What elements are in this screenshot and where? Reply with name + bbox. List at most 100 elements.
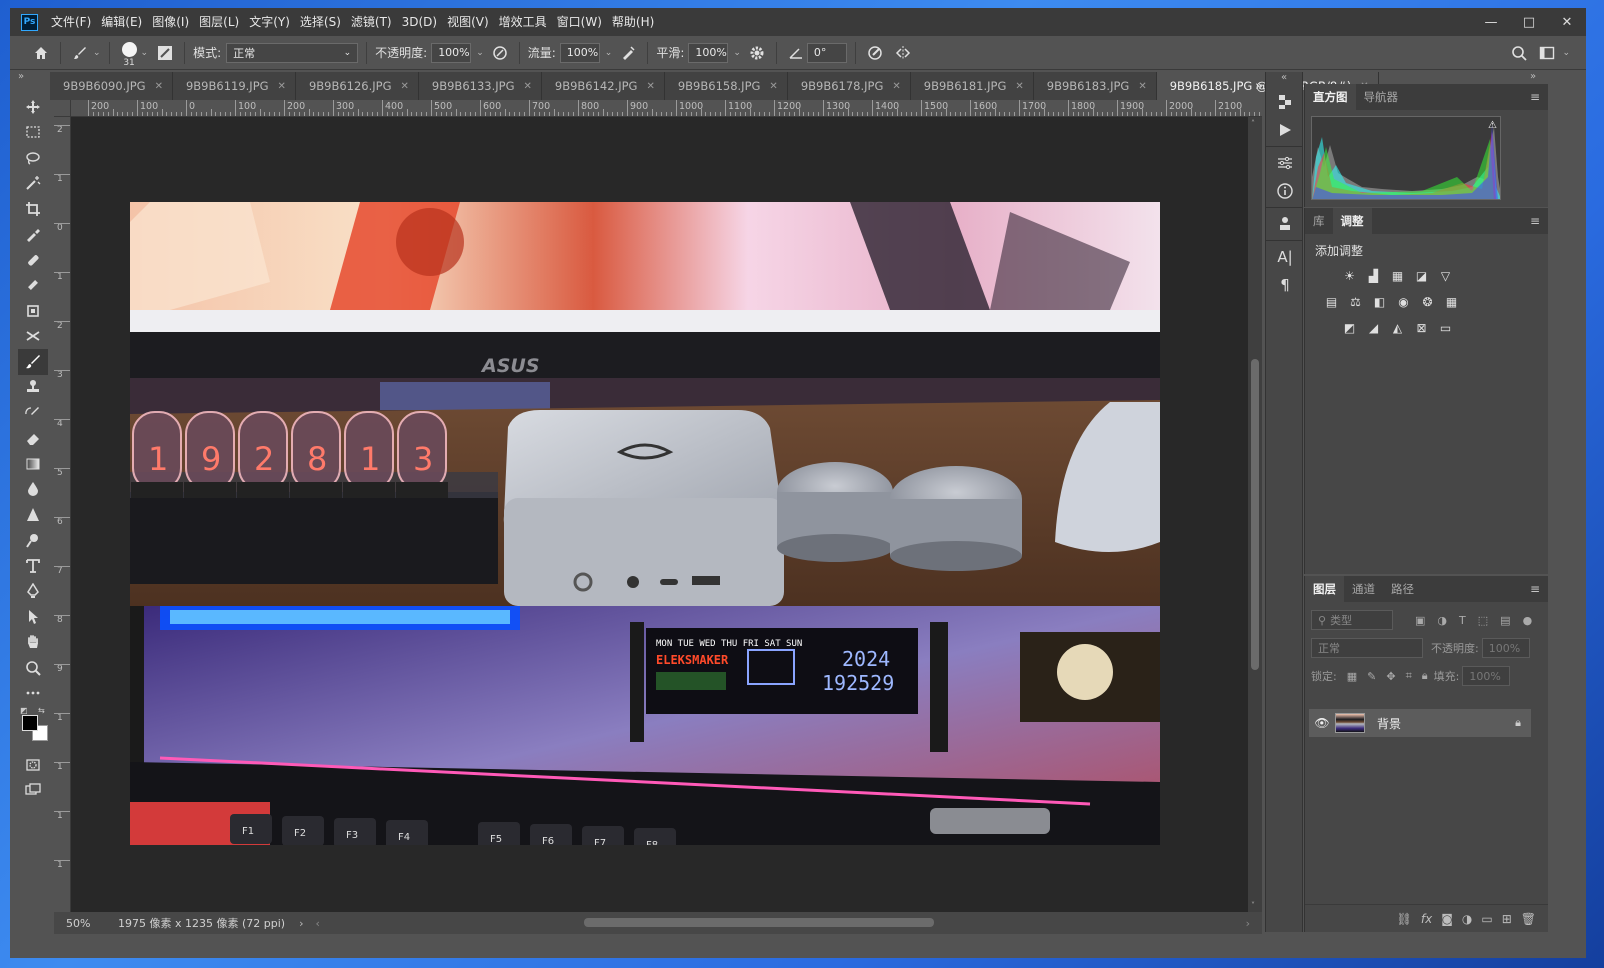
eyedropper-icon[interactable] xyxy=(18,222,48,248)
channel-mixer-icon[interactable]: ❂ xyxy=(1419,293,1436,310)
layer-fill-input[interactable]: 100% xyxy=(1462,666,1511,686)
properties-panel-icon[interactable] xyxy=(1266,149,1304,177)
filter-toggle-icon[interactable]: ● xyxy=(1523,614,1533,627)
scroll-right-icon[interactable]: › xyxy=(1246,917,1250,930)
lock-position-icon[interactable]: ✥ xyxy=(1386,670,1395,683)
document-tab[interactable]: 9B9B6158.JPG ✕ xyxy=(664,72,788,100)
active-brush-tool-icon[interactable] xyxy=(18,349,48,375)
crop-tool-icon[interactable] xyxy=(18,196,48,222)
collapse-strip-icon[interactable]: « xyxy=(1266,72,1302,88)
history-panel-icon[interactable] xyxy=(1266,88,1304,116)
healing-brush-icon[interactable] xyxy=(18,247,48,273)
pressure-opacity-icon[interactable] xyxy=(489,42,511,64)
minimize-button[interactable]: — xyxy=(1472,8,1510,36)
new-layer-icon[interactable]: ⊞ xyxy=(1502,912,1512,926)
document-canvas[interactable]: ASUS 192813 MON TUE WED THU FRI SAT SUN … xyxy=(71,117,1248,912)
close-tab-icon[interactable]: ✕ xyxy=(523,81,531,92)
ruler-origin[interactable] xyxy=(54,100,71,117)
document-tab[interactable]: 9B9B6133.JPG ✕ xyxy=(418,72,542,100)
filter-smart-object-icon[interactable]: ▤ xyxy=(1500,614,1510,627)
new-adjustment-layer-icon[interactable]: ◑ xyxy=(1462,912,1472,926)
close-tab-icon[interactable]: ✕ xyxy=(155,81,163,92)
vertical-scroll-thumb[interactable] xyxy=(1251,359,1259,670)
character-panel-icon[interactable]: A| xyxy=(1266,243,1304,271)
layer-filter-select[interactable]: ⚲ 类型 xyxy=(1311,610,1393,630)
menu-item-11[interactable]: 帮助(H) xyxy=(607,8,659,36)
filter-adjustment-icon[interactable]: ◑ xyxy=(1437,614,1447,627)
clone-stamp-icon[interactable] xyxy=(18,375,48,401)
delete-layer-icon[interactable]: 🗑︎ xyxy=(1521,912,1536,926)
smoothing-input[interactable]: 100% xyxy=(688,42,729,63)
lock-all-icon[interactable]: 🔒︎ xyxy=(1422,669,1428,683)
default-colors-icon[interactable]: ◩ xyxy=(20,706,28,715)
color-lookup-icon[interactable]: ▦ xyxy=(1443,293,1460,310)
menu-item-6[interactable]: 滤镜(T) xyxy=(346,8,397,36)
document-tab[interactable]: 9B9B6126.JPG ✕ xyxy=(295,72,419,100)
swap-colors-icon[interactable]: ⇆ xyxy=(38,706,45,715)
document-tab[interactable]: 9B9B6142.JPG ✕ xyxy=(541,72,665,100)
lock-artboard-icon[interactable]: ⌗ xyxy=(1406,669,1412,683)
new-group-icon[interactable]: ▭ xyxy=(1481,912,1492,926)
panel-menu-icon[interactable]: ≡ xyxy=(1530,582,1540,596)
panel-tab[interactable]: 直方图 xyxy=(1305,84,1356,110)
warning-icon[interactable]: ⚠ xyxy=(1488,120,1497,131)
more-tools-icon[interactable] xyxy=(18,681,48,707)
color-balance-icon[interactable]: ⚖ xyxy=(1347,293,1364,310)
dropdown-chevron-icon[interactable]: ⌄ xyxy=(141,48,149,58)
exposure-icon[interactable]: ◪ xyxy=(1413,267,1430,284)
close-tab-icon[interactable]: ✕ xyxy=(769,81,777,92)
lock-image-icon[interactable]: ✎ xyxy=(1367,670,1376,683)
dropdown-chevron-icon[interactable]: ⌄ xyxy=(605,48,613,58)
panel-tab[interactable]: 导航器 xyxy=(1356,84,1407,110)
zoom-level[interactable]: 50% xyxy=(66,917,106,930)
airbrush-icon[interactable] xyxy=(617,42,639,64)
lasso-tool-icon[interactable] xyxy=(18,145,48,171)
content-aware-move-icon[interactable] xyxy=(18,324,48,350)
menu-item-5[interactable]: 选择(S) xyxy=(295,8,346,36)
threshold-icon[interactable]: ◭ xyxy=(1389,319,1406,336)
brush-angle-input[interactable]: 0° xyxy=(806,42,847,63)
filter-type-icon[interactable]: T xyxy=(1459,614,1466,627)
collapse-panels-icon[interactable]: » xyxy=(1530,71,1536,82)
hue-saturation-icon[interactable]: ▤ xyxy=(1323,293,1340,310)
invert-icon[interactable]: ◩ xyxy=(1341,319,1358,336)
dropdown-chevron-icon[interactable]: ⌄ xyxy=(733,48,741,58)
zoom-tool-icon[interactable] xyxy=(18,655,48,681)
dropdown-chevron-icon[interactable]: ⌄ xyxy=(476,48,484,58)
type-tool-icon[interactable] xyxy=(18,553,48,579)
layer-opacity-input[interactable]: 100% xyxy=(1481,638,1530,658)
brush-presets-icon[interactable] xyxy=(1266,210,1304,238)
add-mask-icon[interactable]: ◙ xyxy=(1441,912,1453,926)
pen-tool-icon[interactable] xyxy=(18,579,48,605)
panel-tab[interactable]: 调整 xyxy=(1332,208,1372,234)
brush-tool-icon[interactable] xyxy=(18,273,48,299)
panel-menu-icon[interactable]: ≡ xyxy=(1530,90,1540,104)
close-tab-icon[interactable]: ✕ xyxy=(892,81,900,92)
expand-toolbar-icon[interactable]: » xyxy=(18,71,24,82)
marquee-tool-icon[interactable] xyxy=(18,120,48,146)
layer-row-background[interactable]: 👁︎ 背景 🔒︎ xyxy=(1309,709,1531,737)
color-swatches[interactable]: ◩ ⇆ xyxy=(18,706,48,752)
flow-input[interactable]: 100% xyxy=(559,42,600,63)
document-tab[interactable]: 9B9B6119.JPG ✕ xyxy=(172,72,296,100)
menu-item-9[interactable]: 增效工具 xyxy=(494,8,552,36)
close-tab-icon[interactable]: ✕ xyxy=(401,81,409,92)
close-tab-icon[interactable]: ✕ xyxy=(278,81,286,92)
filter-shape-icon[interactable]: ⬚ xyxy=(1478,614,1488,627)
panel-tab[interactable]: 库 xyxy=(1305,208,1333,234)
menu-item-8[interactable]: 视图(V) xyxy=(442,8,494,36)
close-window-button[interactable]: ✕ xyxy=(1548,8,1586,36)
vibrance-icon[interactable]: ▽ xyxy=(1437,267,1454,284)
vertical-scrollbar[interactable]: ˄ ˅ xyxy=(1248,117,1262,912)
menu-item-3[interactable]: 图层(L) xyxy=(194,8,244,36)
brush-settings-panel-icon[interactable] xyxy=(154,42,176,64)
curves-icon[interactable]: ▦ xyxy=(1389,267,1406,284)
menu-item-2[interactable]: 图像(I) xyxy=(147,8,194,36)
screen-mode-icon[interactable] xyxy=(18,778,48,804)
blend-mode-select[interactable]: 正常 ⌄ xyxy=(226,42,359,63)
paragraph-panel-icon[interactable]: ¶ xyxy=(1266,271,1304,299)
filter-pixel-icon[interactable]: ▣ xyxy=(1415,614,1425,627)
symmetry-icon[interactable] xyxy=(892,42,914,64)
brush-tool-preset-icon[interactable] xyxy=(69,42,91,64)
black-white-icon[interactable]: ◧ xyxy=(1371,293,1388,310)
